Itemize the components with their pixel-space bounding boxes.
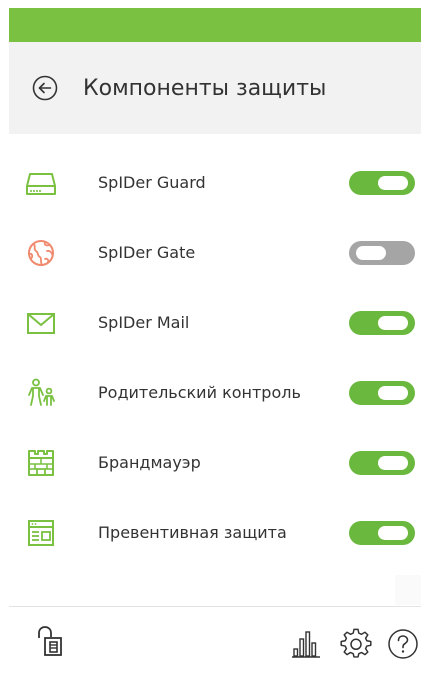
list-item-parental-control[interactable]: Родительский контроль <box>9 358 421 428</box>
parent-child-icon <box>25 378 57 408</box>
list-item-spider-mail[interactable]: SpIDer Mail <box>9 288 421 358</box>
toggle-knob <box>378 316 408 330</box>
component-label: SpIDer Mail <box>98 313 190 332</box>
spider-mail-toggle[interactable] <box>349 311 415 335</box>
top-accent-bar <box>9 8 421 42</box>
envelope-icon <box>25 308 57 338</box>
toggle-knob <box>378 386 408 400</box>
window-shield-icon <box>25 518 57 548</box>
parental-control-toggle[interactable] <box>349 381 415 405</box>
hard-drive-icon <box>25 168 57 198</box>
component-label: Родительский контроль <box>98 383 301 402</box>
unlocked-padlock-icon <box>38 626 62 656</box>
component-label: SpIDer Guard <box>98 173 206 192</box>
component-label: Превентивная защита <box>98 523 287 542</box>
list-item-firewall[interactable]: Брандмауэр <box>9 428 421 498</box>
preventive-protection-toggle[interactable] <box>349 521 415 545</box>
spider-gate-toggle[interactable] <box>349 241 415 265</box>
back-button[interactable] <box>32 75 58 101</box>
arrow-left-circle-icon <box>32 75 58 101</box>
footer-divider <box>9 606 421 607</box>
list-item-preventive-protection[interactable]: Превентивная защита <box>9 498 421 568</box>
list-item-spider-guard[interactable]: SpIDer Guard <box>9 148 421 218</box>
toggle-knob <box>356 246 386 260</box>
list-item-spider-gate[interactable]: SpIDer Gate <box>9 218 421 288</box>
toggle-knob <box>378 176 408 190</box>
firewall-toggle[interactable] <box>349 451 415 475</box>
toggle-knob <box>378 456 408 470</box>
bar-chart-icon <box>292 631 320 658</box>
toggle-knob <box>378 526 408 540</box>
help-button[interactable] <box>387 628 419 660</box>
gear-icon <box>340 628 372 658</box>
statistics-button[interactable] <box>290 628 322 660</box>
page-title: Компоненты защиты <box>83 76 327 101</box>
castle-wall-icon <box>25 448 57 478</box>
component-label: Брандмауэр <box>98 453 201 472</box>
component-label: SpIDer Gate <box>98 243 196 262</box>
question-circle-icon <box>388 629 418 659</box>
spider-guard-toggle[interactable] <box>349 171 415 195</box>
header: Компоненты защиты <box>9 42 421 134</box>
settings-button[interactable] <box>340 628 372 660</box>
globe-icon <box>25 238 57 268</box>
protection-components-window: Компоненты защиты SpIDer Guard SpIDer Ga… <box>0 0 421 675</box>
admin-mode-button[interactable] <box>36 624 70 658</box>
scroll-edge <box>395 575 421 605</box>
